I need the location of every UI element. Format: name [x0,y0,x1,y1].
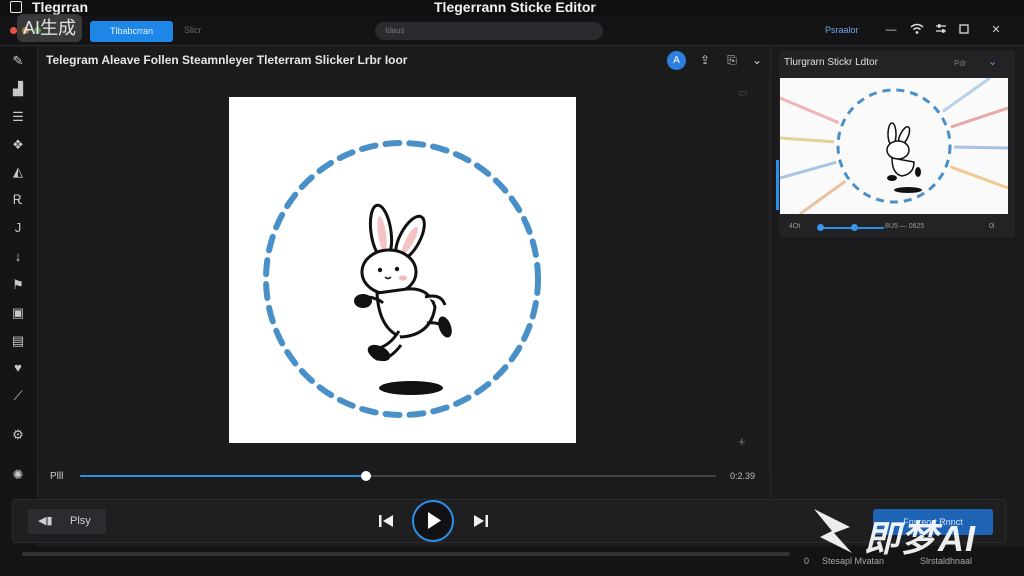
cursor-tool-icon[interactable]: ✎ [9,52,27,70]
flag-tool-icon[interactable]: ⚑ [9,276,27,294]
editor-header: Telegram Aleave Follen Steamnleyer Tlete… [38,46,770,74]
app-name: Tlegrran [32,0,89,15]
editor-panel: Telegram Aleave Follen Steamnleyer Tlete… [38,46,770,498]
left-tool-rail: ✎ ▟ ☰ ❖ ◭ Ꭱ J ↓ ⚑ ▣ ▤ ♥ ⟋ ⚙ ✺ [0,46,38,546]
preview-bunny-image [780,78,1008,214]
preview-selection-marker [776,160,779,210]
preview-mini-label: Pdr [954,59,967,68]
hook-tool-icon[interactable]: J [9,219,27,237]
scrubber-track[interactable] [80,471,716,481]
sticker-artboard[interactable] [229,97,576,443]
close-dot-icon[interactable] [10,27,17,34]
editor-title: Telegram Aleave Follen Steamnleyer Tlete… [46,53,408,67]
clipboard-icon[interactable]: ⎘ [724,52,740,68]
brush-tool-icon[interactable]: ⟋ [9,387,27,405]
gear-tool-icon[interactable]: ⚙ [9,426,27,444]
tab-secondary[interactable]: Slicr [184,25,202,35]
scrubber-label: Plll [50,471,64,482]
timeline-scrubber[interactable]: Plll 0:2.39 [38,466,770,486]
stack-tool-icon[interactable]: ▤ [9,332,27,350]
preview-panel: Tlurgrarn Stickr Ldtor Pdr ⌄ 4Ot 8U5 — 0… [770,46,1024,498]
preview-scrub-handle-mid[interactable] [851,224,858,231]
scrubber-handle[interactable] [361,471,372,481]
skip-back-icon [379,515,393,527]
preview-title: Tlurgrarn Stickr Ldtor [784,57,878,68]
frame-tool-icon[interactable]: ▣ [9,304,27,322]
sticker-canvas[interactable]: ▭ + [38,74,770,472]
toolbar-right-link[interactable]: Psraalor [825,25,859,35]
next-frame-button[interactable] [472,512,490,530]
share-icon[interactable]: ⇪ [697,52,713,68]
tab-main[interactable]: Tlbabcrran [90,21,173,42]
list-tool-icon[interactable]: ☰ [9,108,27,126]
preview-scrubber[interactable]: 4Ot 8U5 — 0625 0l [789,222,1009,234]
fill-tool-icon[interactable]: ◭ [9,163,27,181]
watermark: 即梦AI [806,503,1014,559]
preview-scrub-end: 0l [989,223,995,230]
wifi-icon[interactable] [910,23,924,37]
preview-scrub-start: 4Ot [789,223,801,230]
canvas-menu-icon[interactable]: ▭ [738,88,747,99]
heart-tool-icon[interactable]: ♥ [9,359,27,377]
scrubber-fill [80,475,367,477]
skip-forward-icon [474,515,488,527]
minus-icon[interactable]: — [884,23,898,37]
speaker-icon: ◀▮ [38,515,53,527]
preview-card[interactable]: Tlurgrarn Stickr Ldtor Pdr ⌄ 4Ot 8U5 — 0… [779,50,1015,238]
effects-tool-icon[interactable]: ✺ [9,466,27,484]
play-mode-label: Plsy [70,515,91,527]
ai-generated-badge: AI生成 [17,14,83,42]
add-layer-icon[interactable]: + [738,434,746,449]
window-restore-icon[interactable] [957,23,971,37]
watermark-text: 即梦AI [864,518,977,559]
watermark-logo-icon [814,509,852,553]
preview-thumbnail[interactable] [780,78,1008,214]
chevron-down-icon[interactable]: ⌄ [988,55,997,68]
text-tool-icon[interactable]: Ꭱ [9,191,27,209]
image-tool-icon[interactable]: ▟ [9,80,27,98]
account-icon[interactable]: A [667,51,686,70]
window-title: Tlegerrann Sticke Editor [434,0,596,15]
app-logo-icon [10,1,22,13]
play-button[interactable] [412,500,454,542]
chevron-down-icon[interactable]: ⌄ [749,52,765,68]
previous-frame-button[interactable] [377,512,395,530]
preview-scrub-mid: 8U5 — 0625 [885,223,925,230]
window-close-icon[interactable]: ✕ [989,23,1003,37]
preview-scrub-handle-start[interactable] [817,224,824,231]
settings-sliders-icon[interactable] [934,23,948,37]
search-input[interactable]: Idaus [375,22,603,40]
layers-tool-icon[interactable]: ❖ [9,136,27,154]
play-mode-chip[interactable]: ◀▮ Plsy [28,509,106,534]
arrow-down-tool-icon[interactable]: ↓ [9,248,27,266]
title-bar: Tlegrran Tlegerrann Sticke Editor [0,0,1024,16]
scrubber-time: 0:2.39 [730,471,756,481]
bunny-sticker-image [263,140,541,418]
play-icon [428,512,441,529]
status-progress-bar [22,552,790,556]
